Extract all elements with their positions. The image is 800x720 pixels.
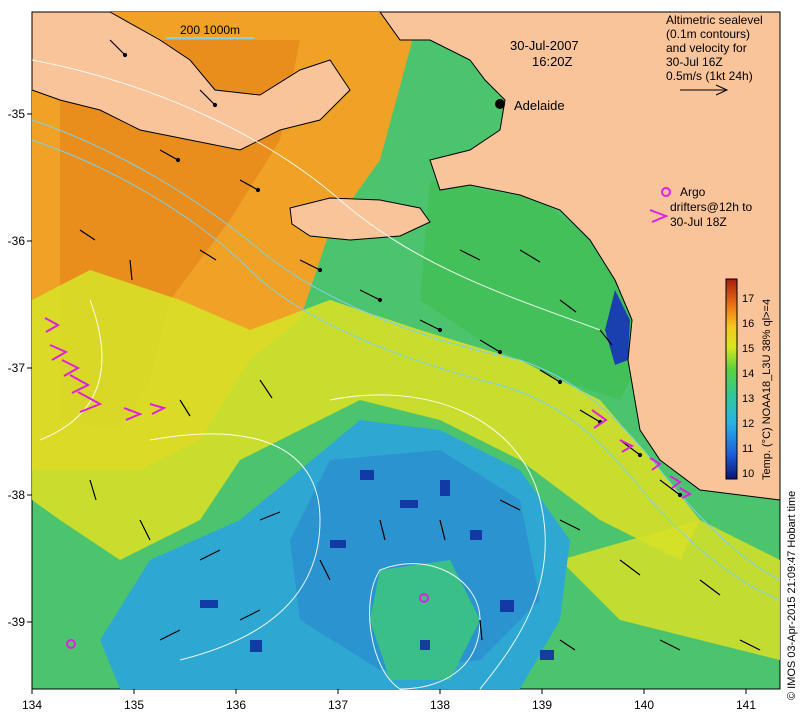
- adelaide-marker: [495, 99, 505, 109]
- city-label: Adelaide: [514, 98, 565, 113]
- colorbar-title: Temp. (°C) NOAA18_L3U 38% ql>=4: [761, 299, 773, 480]
- y-tick-label: -37: [8, 361, 26, 375]
- argo-line: Argo: [680, 185, 706, 199]
- y-tick-label: -35: [8, 107, 26, 121]
- x-tick-label: 134: [22, 698, 42, 712]
- y-tick-label: -39: [8, 615, 26, 629]
- altimetry-line: 0.5m/s (1kt 24h): [666, 69, 753, 83]
- colorbar-tick-label: 13: [742, 393, 754, 405]
- depth-legend-text: 200 1000m: [180, 23, 240, 37]
- argo-line: drifters@12h to: [670, 200, 753, 214]
- x-tick-label: 137: [328, 698, 348, 712]
- colorbar-tick-label: 11: [742, 443, 753, 455]
- colorbar-tick-label: 14: [742, 368, 754, 380]
- colorbar-tick-label: 15: [742, 343, 754, 355]
- x-tick-label: 140: [634, 698, 654, 712]
- x-tick-label: 138: [430, 698, 450, 712]
- sst-map: 200 1000m Adelaide 30-Jul-2007 16:20Z Al…: [8, 11, 798, 712]
- altimetry-line: (0.1m contours): [666, 27, 750, 41]
- y-tick-label: -36: [8, 234, 26, 248]
- argo-line: 30-Jul 18Z: [670, 215, 727, 229]
- altimetry-line: Altimetric sealevel: [666, 13, 763, 27]
- time-label: 16:20Z: [532, 54, 573, 69]
- colorbar-tick-label: 17: [742, 293, 754, 305]
- altimetry-line: and velocity for: [666, 41, 747, 55]
- x-tick-label: 135: [124, 698, 144, 712]
- x-tick-label: 139: [532, 698, 552, 712]
- date-label: 30-Jul-2007: [510, 38, 579, 53]
- altimetry-line: 30-Jul 16Z: [666, 55, 723, 69]
- x-tick-label: 141: [736, 698, 756, 712]
- y-axis: -35 -36 -37 -38 -39: [8, 107, 32, 629]
- x-tick-label: 136: [226, 698, 246, 712]
- y-tick-label: -38: [8, 488, 26, 502]
- colorbar-tick-label: 10: [742, 468, 754, 480]
- colorbar-tick-label: 16: [742, 318, 754, 330]
- x-axis: 134 135 136 137 138 139 140 141: [22, 689, 756, 712]
- credit-text: © IMOS 03-Apr-2015 21:09:47 Hobart time: [786, 491, 798, 700]
- colorbar-tick-label: 12: [742, 418, 754, 430]
